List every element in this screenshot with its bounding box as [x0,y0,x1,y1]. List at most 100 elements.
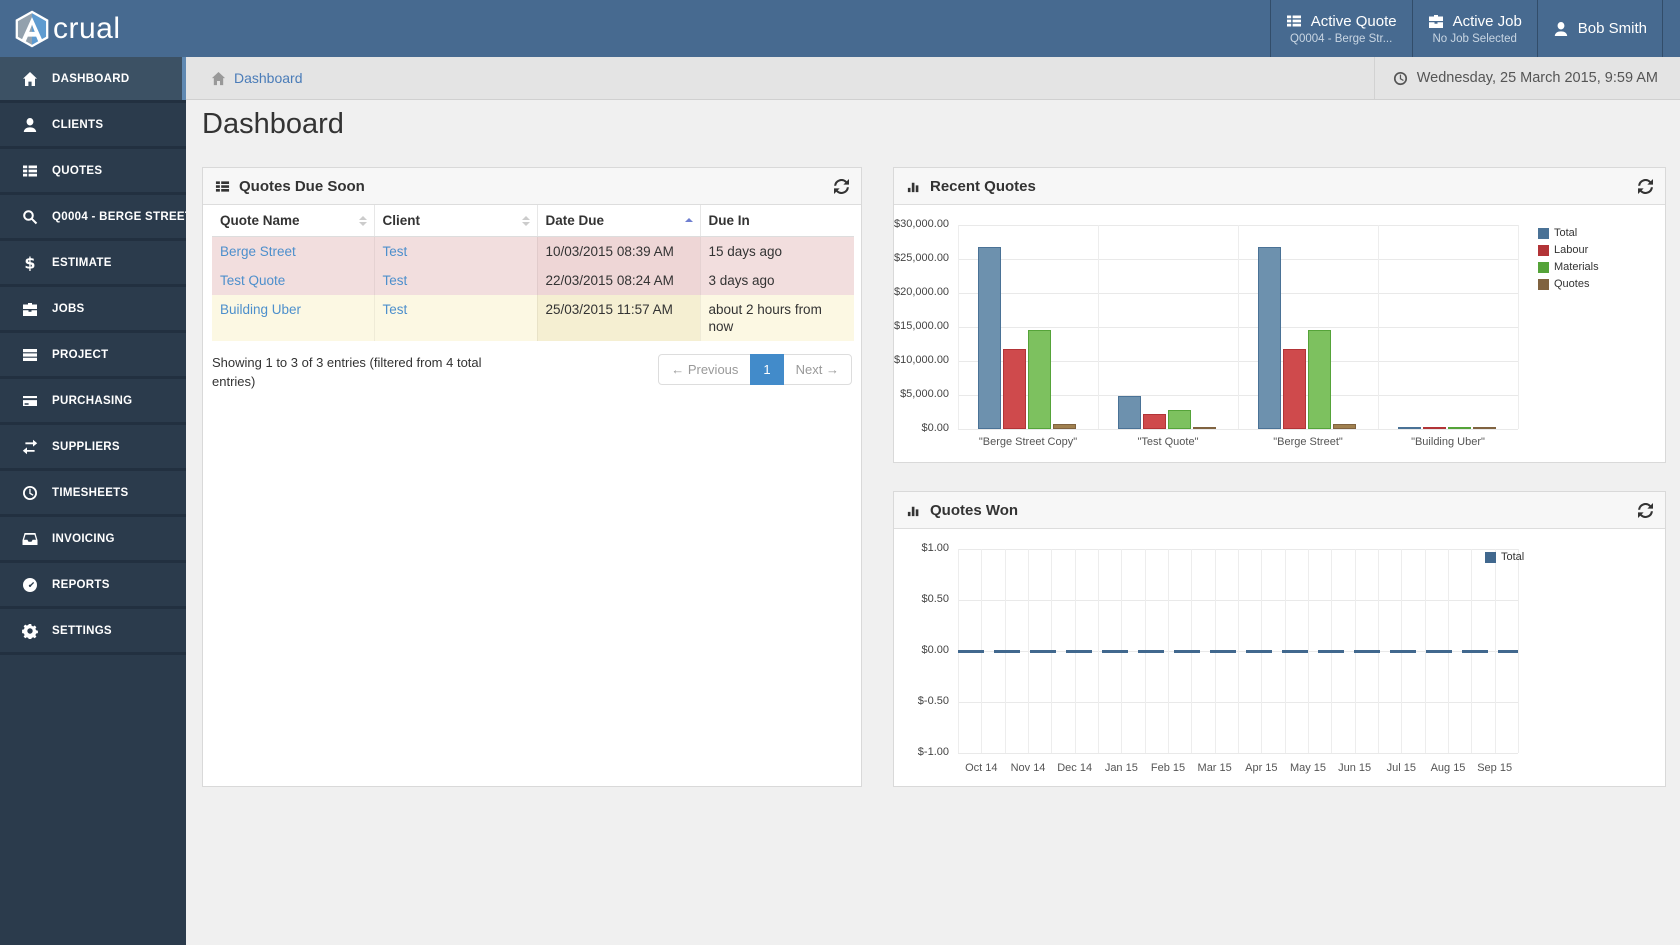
legend-label: Total [1501,551,1524,563]
credit-card-icon [21,393,39,409]
gridline [958,429,1518,430]
user-menu[interactable]: Bob Smith [1537,0,1663,57]
x-axis-month-label: Feb 15 [1151,762,1185,774]
sidebar-item-estimate[interactable]: $ESTIMATE [0,241,186,287]
list-icon [215,179,230,194]
bar-labour [1143,414,1166,429]
sidebar-item-reports[interactable]: REPORTS [0,563,186,609]
x-axis-category-label: "Building Uber" [1411,436,1485,448]
user-icon [21,117,39,133]
legend-swatch [1538,262,1549,273]
breadcrumb-dashboard-link[interactable]: Dashboard [234,70,303,86]
bar-materials [1168,410,1191,429]
column-header-quote-name[interactable]: Quote Name [212,205,374,237]
bar-materials [1308,330,1331,429]
sidebar-item-invoicing[interactable]: INVOICING [0,517,186,563]
active-job-value: No Job Selected [1433,33,1517,45]
sidebar-item-label: REPORTS [52,579,110,591]
panel-title: Quotes Due Soon [239,178,365,195]
legend-item: Quotes [1538,278,1589,290]
sidebar-item-label: SETTINGS [52,625,112,637]
legend-label: Total [1554,227,1577,239]
bar-total [1258,247,1281,429]
bar-quotes [1333,424,1356,429]
recent-quotes-chart: $30,000.00$25,000.00$20,000.00$15,000.00… [894,205,1665,462]
active-quote-menu[interactable]: Active Quote Q0004 - Berge Str... [1270,0,1412,57]
sidebar-item-suppliers[interactable]: SUPPLIERS [0,425,186,471]
bar-total [978,247,1001,429]
legend-item: Total [1538,227,1577,239]
sidebar-item-label: CLIENTS [52,119,103,131]
x-axis-category-label: "Test Quote" [1137,436,1198,448]
column-header-due-in[interactable]: Due In [700,205,854,237]
active-job-label: Active Job [1453,13,1522,30]
bar-labour [1423,427,1446,429]
x-axis-category-label: "Berge Street" [1273,436,1343,448]
next-page-button[interactable]: Next → [783,354,852,385]
quotes-due-soon-panel: Quotes Due Soon Quote Name Client Date D… [202,167,862,787]
sidebar-item-jobs[interactable]: JOBS [0,287,186,333]
pagination: ← Previous 1 Next → [658,354,852,385]
quote-link[interactable]: Test Quote [220,273,285,288]
sidebar-item-label: QUOTES [52,165,102,177]
x-axis-month-label: Dec 14 [1057,762,1092,774]
sidebar-item-label: INVOICING [52,533,115,545]
active-job-menu[interactable]: Active Job No Job Selected [1412,0,1537,57]
breadcrumb-bar: Dashboard Wednesday, 25 March 2015, 9:59… [186,57,1680,100]
sidebar-item-q0004-berge-street-c[interactable]: Q0004 - BERGE STREET C [0,195,186,241]
datetime-display: Wednesday, 25 March 2015, 9:59 AM [1374,57,1680,99]
client-cell: Test [374,266,537,295]
sidebar-item-clients[interactable]: CLIENTS [0,103,186,149]
bar-chart-icon [906,503,921,518]
client-link[interactable]: Test [383,273,408,288]
sidebar-item-timesheets[interactable]: TIMESHEETS [0,471,186,517]
refresh-button[interactable] [1638,503,1653,518]
gridline [1518,549,1519,753]
gridline [1518,225,1519,429]
topbar-menu: Active Quote Q0004 - Berge Str... Active… [1270,0,1663,57]
sidebar-item-quotes[interactable]: QUOTES [0,149,186,195]
client-cell: Test [374,295,537,341]
quote-link[interactable]: Building Uber [220,302,301,317]
sidebar-item-label: TIMESHEETS [52,487,128,499]
column-header-client[interactable]: Client [374,205,537,237]
quote-link[interactable]: Berge Street [220,244,296,259]
sidebar-item-settings[interactable]: SETTINGS [0,609,186,655]
client-link[interactable]: Test [383,244,408,259]
sidebar-item-purchasing[interactable]: PURCHASING [0,379,186,425]
quotes-won-chart: $1.00$0.50$0.00$-0.50$-1.00Oct 14Nov 14D… [894,529,1665,786]
legend-label: Materials [1554,261,1599,273]
refresh-button[interactable] [1638,179,1653,194]
x-axis-month-label: Sep 15 [1477,762,1512,774]
page-title: Dashboard [202,108,344,141]
gridline [958,225,959,429]
page-1-button[interactable]: 1 [750,354,783,385]
bar-quotes [1473,427,1496,429]
sort-ascending-icon [685,218,693,224]
client-link[interactable]: Test [383,302,408,317]
brand-hexagon-a-icon [13,10,51,48]
quotes-table: Quote Name Client Date Due Due In Berge … [212,205,854,341]
y-axis-tick-label: $10,000.00 [894,354,949,366]
legend-item: Total [1485,551,1524,563]
client-cell: Test [374,237,537,267]
bar-labour [1003,349,1026,429]
sidebar-item-label: SUPPLIERS [52,441,120,453]
clock-icon [1393,71,1408,86]
sidebar-item-dashboard[interactable]: DASHBOARD [0,57,186,103]
panel-heading: Recent Quotes [894,168,1665,205]
svg-text:$: $ [24,255,35,271]
gridline [1098,225,1099,429]
sidebar-item-project[interactable]: PROJECT [0,333,186,379]
table-footer: Showing 1 to 3 of 3 entries (filtered fr… [212,354,852,392]
app-logo[interactable]: crual [0,0,121,57]
gridline [1378,225,1379,429]
refresh-button[interactable] [834,179,849,194]
column-header-date-due[interactable]: Date Due [537,205,700,237]
previous-page-button[interactable]: ← Previous [658,354,751,385]
y-axis-tick-label: $5,000.00 [894,388,949,400]
legend-swatch [1538,228,1549,239]
x-axis-month-label: Jan 15 [1105,762,1138,774]
list-icon [1286,13,1302,29]
x-axis-month-label: Apr 15 [1245,762,1277,774]
